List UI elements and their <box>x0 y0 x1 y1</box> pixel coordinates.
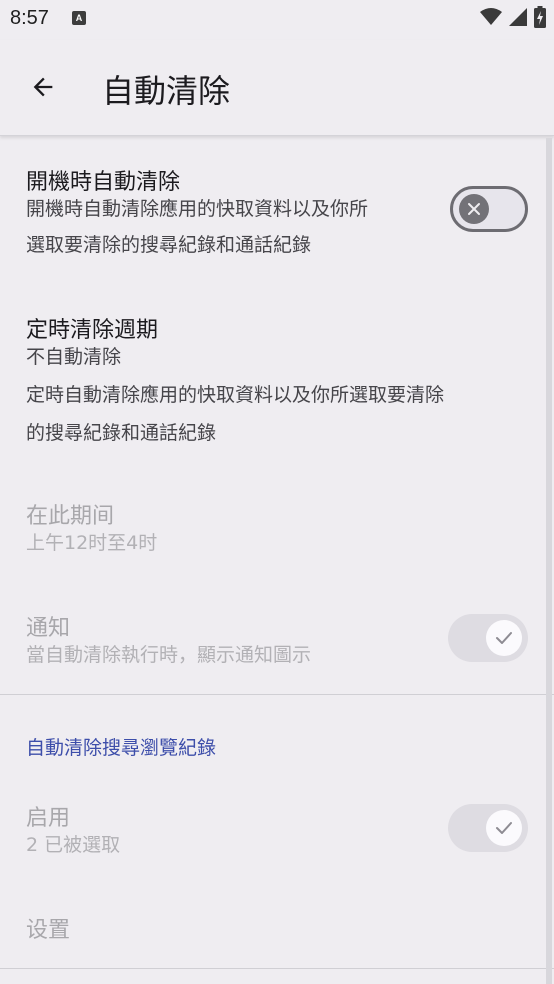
arrow-back-icon <box>33 77 53 97</box>
settings-list: 開機時自動清除 開機時自動清除應用的快取資料以及你所 選取要清除的搜尋紀錄和通話… <box>0 136 554 984</box>
page-title: 自動清除 <box>102 72 231 110</box>
notify-summary: 當自動清除執行時，顯示通知圖示 <box>26 644 312 666</box>
signal-icon <box>509 8 527 26</box>
close-icon <box>468 203 480 215</box>
app-bar: 自動清除 <box>0 40 554 136</box>
notify-setting[interactable]: 通知 當自動清除執行時，顯示通知圖示 <box>0 604 554 684</box>
toggle-thumb <box>486 810 522 846</box>
period-setting[interactable]: 在此期间 上午12时至4时 <box>0 492 554 562</box>
schedule-summary-line2: 的搜尋紀錄和通話紀錄 <box>26 422 217 444</box>
schedule-value: 不自動清除 <box>26 346 122 368</box>
status-time: 8:57 <box>10 7 49 29</box>
boot-clear-summary-line1: 開機時自動清除應用的快取資料以及你所 <box>26 198 369 220</box>
search-history-category: 自動清除搜尋瀏覽紀錄 <box>26 737 217 759</box>
period-value: 上午12时至4时 <box>26 532 158 554</box>
divider <box>0 694 554 695</box>
scrollbar[interactable] <box>546 138 552 984</box>
schedule-setting[interactable]: 定時清除週期 不自動清除 定時自動清除應用的快取資料以及你所選取要清除 的搜尋紀… <box>0 306 554 456</box>
settings-item[interactable]: 设置 <box>0 906 554 966</box>
enable-setting[interactable]: 启用 2 已被選取 <box>0 794 554 874</box>
notification-icon: A <box>72 11 86 25</box>
enable-summary: 2 已被選取 <box>26 834 121 856</box>
check-icon <box>496 632 512 644</box>
boot-clear-summary-line2: 選取要清除的搜尋紀錄和通話紀錄 <box>26 234 312 256</box>
enable-toggle[interactable] <box>448 804 528 852</box>
divider <box>0 968 554 969</box>
toggle-thumb <box>459 194 489 224</box>
check-icon <box>496 822 512 834</box>
status-icons <box>480 6 546 28</box>
boot-clear-setting[interactable]: 開機時自動清除 開機時自動清除應用的快取資料以及你所 選取要清除的搜尋紀錄和通話… <box>0 136 554 286</box>
notify-toggle[interactable] <box>448 614 528 662</box>
back-button[interactable] <box>26 70 60 104</box>
settings-item-title: 设置 <box>26 918 71 943</box>
boot-clear-toggle[interactable] <box>450 186 528 232</box>
battery-charging-icon <box>534 6 546 28</box>
toggle-thumb <box>486 620 522 656</box>
status-bar: 8:57 A <box>0 0 554 40</box>
wifi-icon <box>480 8 502 25</box>
schedule-summary-line1: 定時自動清除應用的快取資料以及你所選取要清除 <box>26 384 445 406</box>
